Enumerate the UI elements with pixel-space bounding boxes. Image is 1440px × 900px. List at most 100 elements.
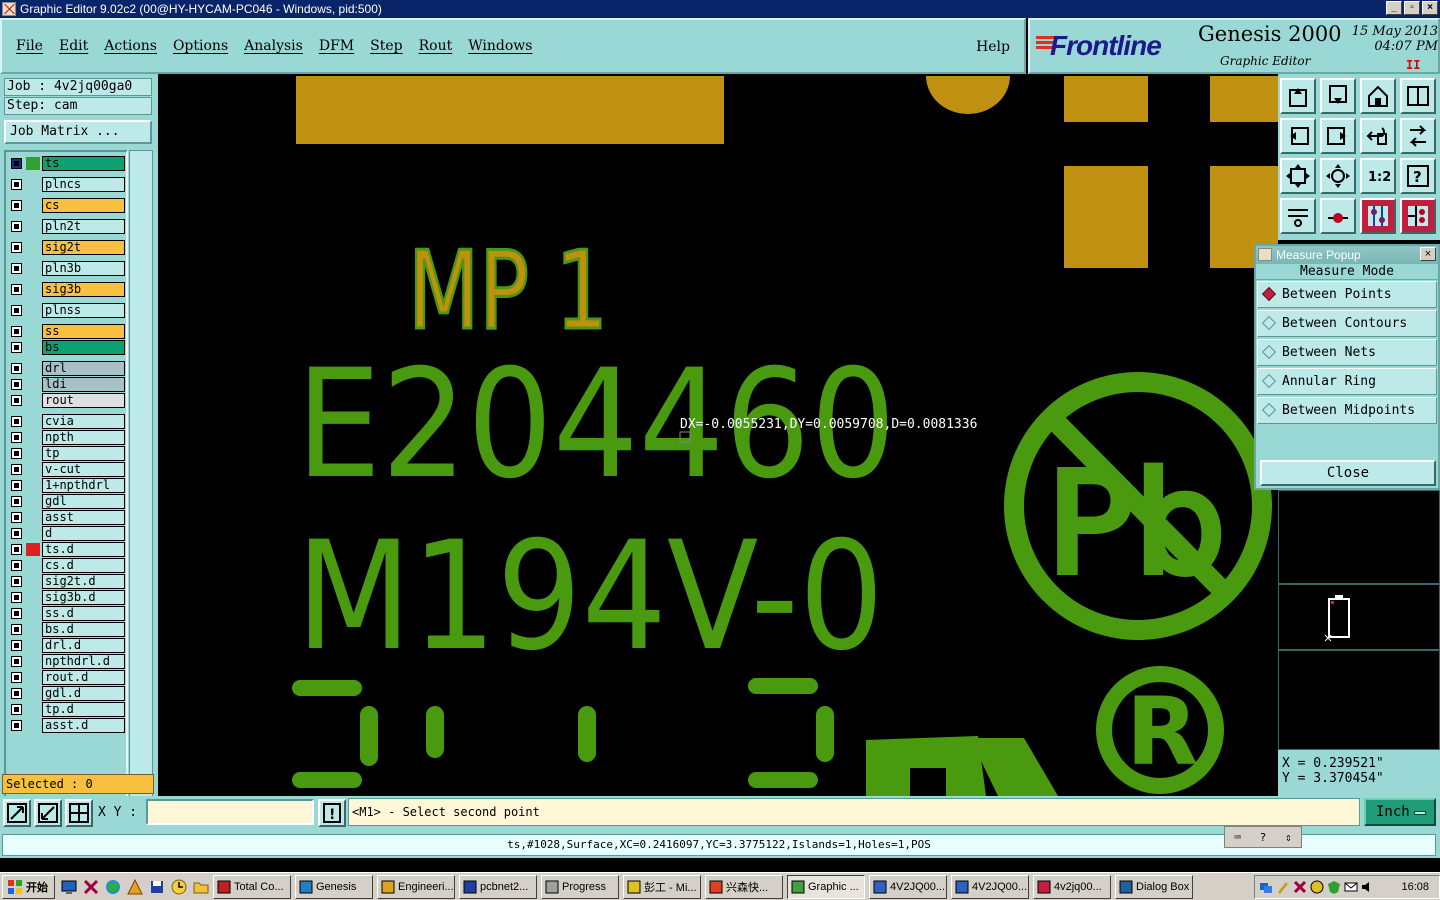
taskbar-task[interactable]: Genesis [295, 874, 373, 899]
layer-name[interactable]: asst.d [42, 718, 125, 733]
layer-checkbox[interactable] [11, 200, 22, 211]
layer-row-v-cut[interactable]: v-cut [8, 462, 126, 477]
taskbar-task[interactable]: 4V2JQ00... [869, 874, 947, 899]
layer-name[interactable]: drl.d [42, 638, 125, 653]
layer-row-pln2t[interactable]: pln2t [8, 219, 126, 234]
grid-button[interactable] [65, 799, 93, 827]
layer-row-bs-d[interactable]: bs.d [8, 622, 126, 637]
layer-name[interactable]: sig3b.d [42, 590, 125, 605]
layer-checkbox[interactable] [11, 363, 22, 374]
layer-row-sig2t[interactable]: sig2t [8, 240, 126, 255]
layer-row-sig3b-d[interactable]: sig3b.d [8, 590, 126, 605]
layer-name[interactable]: sig2t [42, 240, 125, 255]
measure-close-button[interactable]: Close [1260, 460, 1436, 486]
redo-view-button[interactable] [1400, 118, 1436, 154]
minimize-button[interactable]: _ [1386, 1, 1402, 15]
layer-row-sig2t-d[interactable]: sig2t.d [8, 574, 126, 589]
layer-name[interactable]: 1+npthdrl [42, 478, 125, 493]
layer-checkbox[interactable] [11, 416, 22, 427]
layer-checkbox[interactable] [11, 342, 22, 353]
taskbar-task[interactable]: pcbnet2... [459, 874, 537, 899]
close-x-icon[interactable] [83, 879, 99, 895]
detail-panel[interactable] [1278, 650, 1440, 750]
xy-input[interactable] [146, 799, 314, 825]
layer-row-d[interactable]: d [8, 526, 126, 541]
layer-row-gdl[interactable]: gdl [8, 494, 126, 509]
maximize-button[interactable]: ▫ [1404, 1, 1420, 15]
layer-row-ss-d[interactable]: ss.d [8, 606, 126, 621]
layer-checkbox[interactable] [11, 395, 22, 406]
option-annular-ring[interactable]: Annular Ring [1257, 368, 1437, 395]
folder-icon[interactable] [193, 879, 209, 895]
layer-checkbox[interactable] [11, 576, 22, 587]
home-view-button[interactable] [1360, 78, 1396, 114]
layer-row-asst-d[interactable]: asst.d [8, 718, 126, 733]
layer-checkbox[interactable] [11, 284, 22, 295]
layer-name[interactable]: ts.d [42, 542, 125, 557]
taskbar-task[interactable]: 4V2JQ00... [951, 874, 1029, 899]
layer-checkbox[interactable] [11, 512, 22, 523]
layer-name[interactable]: tp [42, 446, 125, 461]
layer-row-tp[interactable]: tp [8, 446, 126, 461]
layer-row-npthdrl-d[interactable]: npthdrl.d [8, 654, 126, 669]
taskbar-task[interactable]: Engineeri... [377, 874, 455, 899]
zoom-fit-button[interactable] [1280, 158, 1316, 194]
layer-row-rout[interactable]: rout [8, 393, 126, 408]
net-highlight-button[interactable] [1320, 198, 1356, 234]
mail-icon[interactable] [1344, 880, 1358, 894]
pan-left-button[interactable] [1280, 118, 1316, 154]
layer-checkbox[interactable] [11, 464, 22, 475]
layer-row-npth[interactable]: npth [8, 430, 126, 445]
menu-analysis[interactable]: Analysis [244, 38, 303, 54]
pick-mode-button[interactable] [1400, 198, 1436, 234]
query-button[interactable]: ? [1400, 158, 1436, 194]
option-between-nets[interactable]: Between Nets [1257, 339, 1437, 366]
taskbar-task[interactable]: Graphic ... [787, 874, 865, 899]
layer-checkbox[interactable] [11, 496, 22, 507]
start-button[interactable]: 开始 [2, 874, 55, 899]
layer-row-ldi[interactable]: ldi [8, 377, 126, 392]
layer-checkbox[interactable] [11, 592, 22, 603]
settings-button[interactable] [1280, 198, 1316, 234]
graphic-canvas[interactable]: MP 1 E204460 M194V-0 Pb R DX=-0.0055231,… [158, 74, 1278, 796]
layer-row-rout-d[interactable]: rout.d [8, 670, 126, 685]
layer-name[interactable]: sig2t.d [42, 574, 125, 589]
measure-popup-titlebar[interactable]: Measure Popup × [1256, 246, 1438, 264]
layer-row-1-npthdrl[interactable]: 1+npthdrl [8, 478, 126, 493]
layer-checkbox[interactable] [11, 158, 22, 169]
close-icon[interactable]: × [1420, 247, 1436, 261]
scale-1-2-button[interactable]: 1:2 [1360, 158, 1396, 194]
option-between-points[interactable]: Between Points [1257, 281, 1437, 308]
zoom-center-button[interactable] [1320, 158, 1356, 194]
layer-row-bs[interactable]: bs [8, 340, 126, 355]
taskbar-task[interactable]: 彭工 - Mi... [623, 874, 701, 899]
taskbar-task[interactable]: Progress [541, 874, 619, 899]
pen-icon[interactable] [1276, 880, 1290, 894]
units-selector[interactable]: Inch [1364, 798, 1436, 826]
layer-name[interactable]: sig3b [42, 282, 125, 297]
zoom-box-button[interactable] [3, 799, 31, 827]
globe-icon[interactable] [105, 879, 121, 895]
layer-checkbox[interactable] [11, 704, 22, 715]
layer-list-scrollbar[interactable] [129, 150, 153, 818]
layer-row-ts-d[interactable]: ts.d [8, 542, 126, 557]
clock-icon[interactable] [171, 879, 187, 895]
overview-board-panel[interactable] [1278, 584, 1440, 650]
layer-row-plncs[interactable]: plncs [8, 177, 126, 192]
layer-name[interactable]: gdl.d [42, 686, 125, 701]
layer-name[interactable]: ts [42, 156, 125, 171]
menu-windows[interactable]: Windows [468, 38, 532, 54]
spinner-icon[interactable]: ⇕ [1285, 831, 1292, 844]
layer-row-cs-d[interactable]: cs.d [8, 558, 126, 573]
layer-row-pln3b[interactable]: pln3b [8, 261, 126, 276]
layer-checkbox[interactable] [11, 305, 22, 316]
menu-edit[interactable]: Edit [59, 38, 88, 54]
snap-mode-button[interactable] [1360, 198, 1396, 234]
layer-row-cs[interactable]: cs [8, 198, 126, 213]
layer-checkbox[interactable] [11, 480, 22, 491]
layer-name[interactable]: tp.d [42, 702, 125, 717]
menu-options[interactable]: Options [173, 38, 228, 54]
layer-checkbox[interactable] [11, 432, 22, 443]
layer-checkbox[interactable] [11, 379, 22, 390]
layer-checkbox[interactable] [11, 448, 22, 459]
